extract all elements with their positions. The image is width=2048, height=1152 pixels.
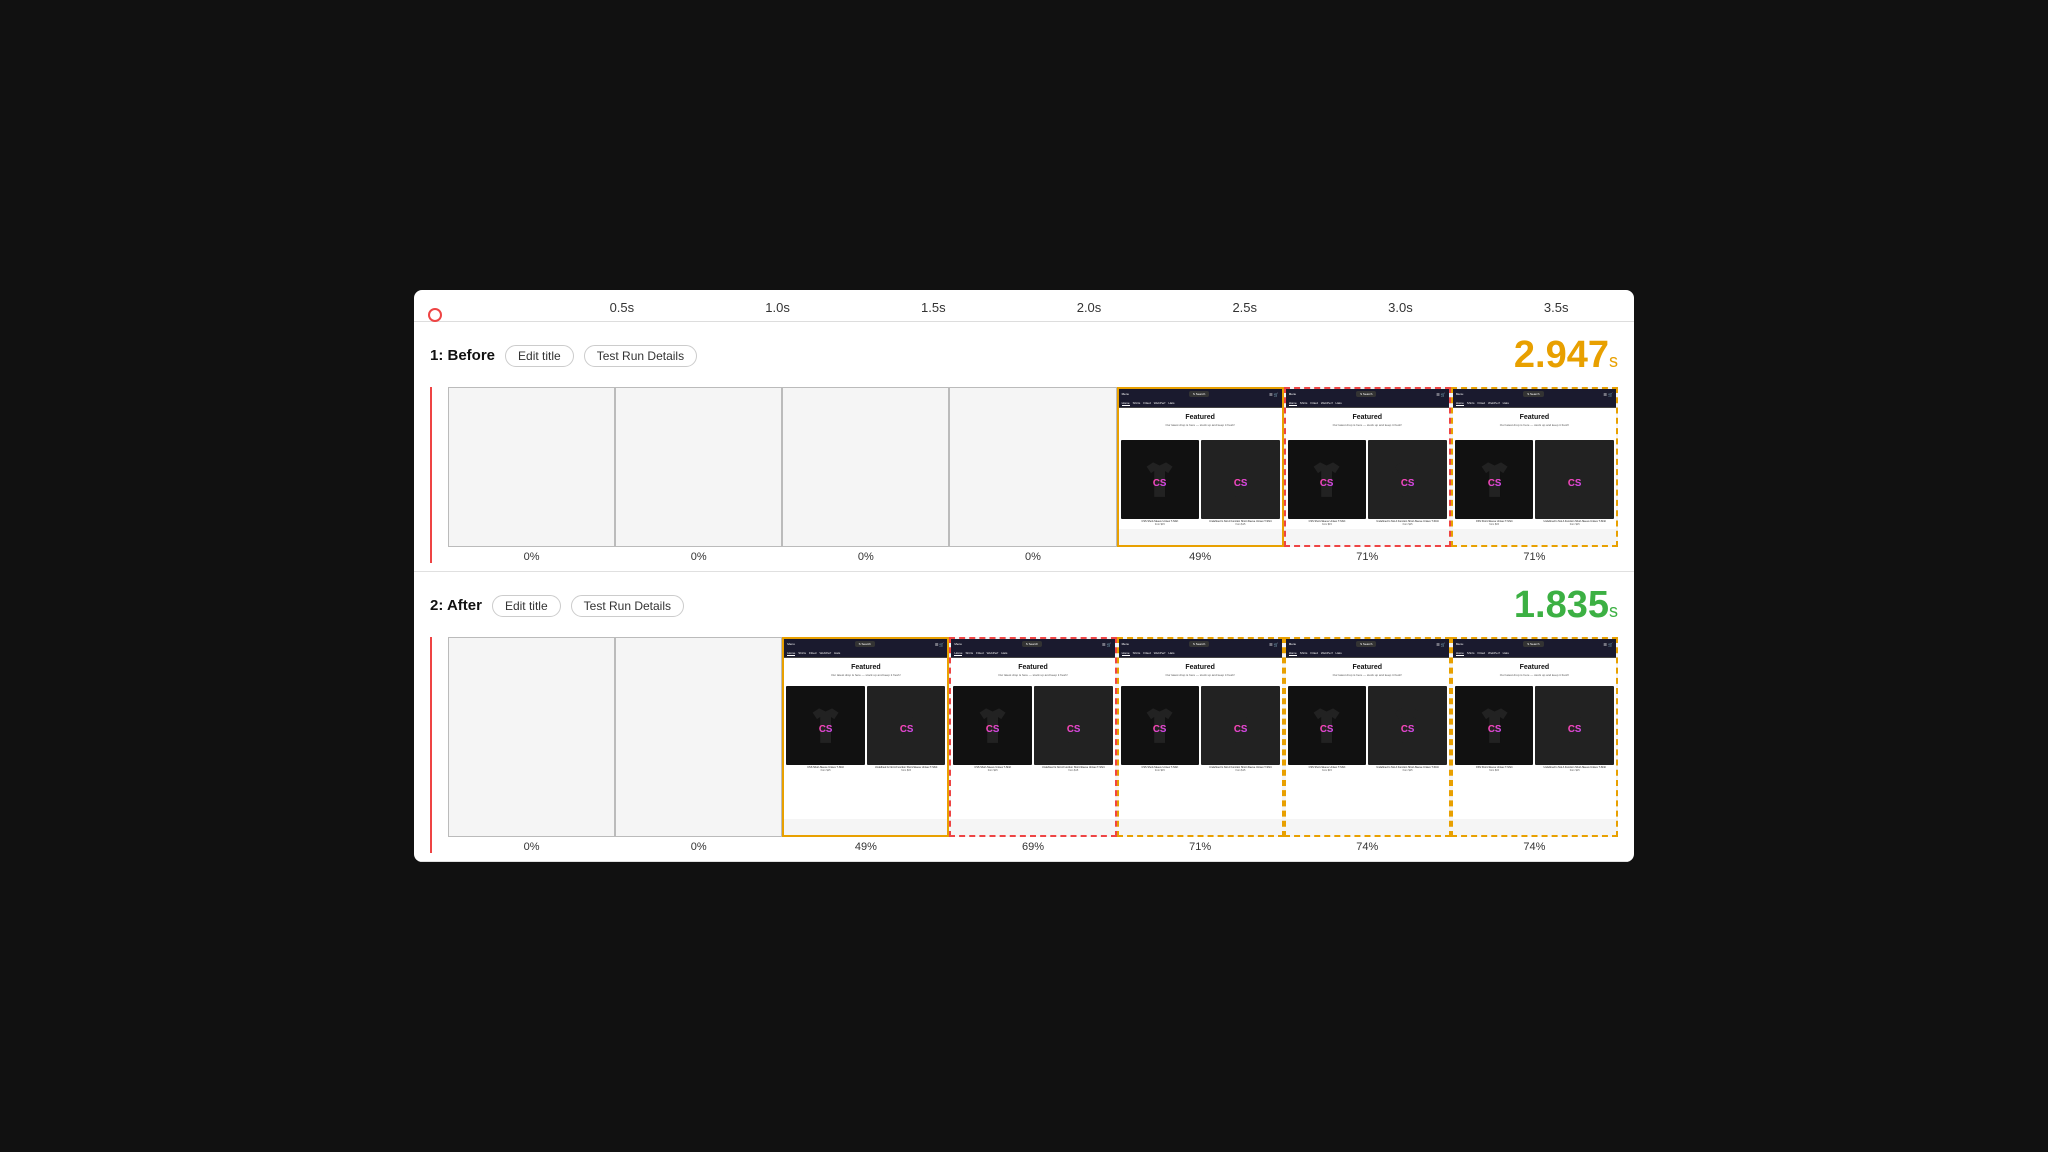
film-frame-5[interactable]: Menu S Search ☰ 🛒 Home Shirts Fitted Web… — [1284, 387, 1451, 547]
svg-text:CS: CS — [1153, 478, 1167, 489]
film-frame-1[interactable] — [615, 387, 782, 547]
film-cell-6: Menu S Search ☰ 🛒 Home Shirts Fitted Web… — [1451, 637, 1618, 853]
film-label-2: 49% — [855, 841, 877, 853]
film-frame-4[interactable]: Menu S Search ☰ 🛒 Home Shirts Fitted Web… — [1117, 637, 1284, 837]
film-label-1: 0% — [691, 551, 707, 563]
tick-1: 1.0s — [700, 300, 856, 315]
timeline-header: 0.5s 1.0s 1.5s 2.0s 2.5s 3.0s 3.5s — [414, 290, 1634, 322]
tick-0: 0.5s — [544, 300, 700, 315]
film-label-4: 71% — [1189, 841, 1211, 853]
test-run-button-after[interactable]: Test Run Details — [571, 595, 684, 617]
film-frame-1[interactable] — [615, 637, 782, 837]
timeline-dot — [428, 308, 442, 322]
film-cell-2: 0% — [782, 387, 949, 563]
film-cell-5: Menu S Search ☰ 🛒 Home Shirts Fitted Web… — [1284, 637, 1451, 853]
film-label-1: 0% — [691, 841, 707, 853]
svg-text:CS: CS — [1320, 724, 1334, 735]
red-line-after-container — [430, 637, 448, 853]
red-line-after — [430, 637, 432, 853]
svg-text:CS: CS — [1487, 478, 1501, 489]
svg-text:CS: CS — [899, 724, 913, 735]
film-cell-4: Menu S Search ☰ 🛒 Home Shirts Fitted Web… — [1117, 387, 1284, 563]
tick-5: 3.0s — [1323, 300, 1479, 315]
edit-title-button-after[interactable]: Edit title — [492, 595, 561, 617]
edit-title-button-before[interactable]: Edit title — [505, 345, 574, 367]
section-before-header: 1: Before Edit title Test Run Details 2.… — [430, 334, 1618, 377]
score-before: 2.947s — [1514, 334, 1618, 377]
film-label-3: 0% — [1025, 551, 1041, 563]
red-line-before — [430, 387, 432, 563]
svg-text:CS: CS — [1067, 724, 1081, 735]
section-before: 1: Before Edit title Test Run Details 2.… — [414, 322, 1634, 572]
film-label-0: 0% — [524, 841, 540, 853]
svg-text:CS: CS — [1234, 478, 1248, 489]
film-cell-0: 0% — [448, 387, 615, 563]
svg-text:CS: CS — [986, 724, 1000, 735]
svg-text:CS: CS — [1487, 724, 1501, 735]
film-label-3: 69% — [1022, 841, 1044, 853]
section-after: 2: After Edit title Test Run Details 1.8… — [414, 572, 1634, 862]
film-frame-5[interactable]: Menu S Search ☰ 🛒 Home Shirts Fitted Web… — [1284, 637, 1451, 837]
film-label-4: 49% — [1189, 551, 1211, 563]
film-cell-6: Menu S Search ☰ 🛒 Home Shirts Fitted Web… — [1451, 387, 1618, 563]
film-frame-0[interactable] — [448, 637, 615, 837]
section-before-label: 1: Before — [430, 347, 495, 364]
film-cell-3: Menu S Search ☰ 🛒 Home Shirts Fitted Web… — [949, 637, 1116, 853]
film-frame-6[interactable]: Menu S Search ☰ 🛒 Home Shirts Fitted Web… — [1451, 387, 1618, 547]
tick-2: 1.5s — [855, 300, 1011, 315]
score-after: 1.835s — [1514, 584, 1618, 627]
film-frame-3[interactable] — [949, 387, 1116, 547]
film-cell-3: 0% — [949, 387, 1116, 563]
svg-text:CS: CS — [1568, 478, 1582, 489]
tick-6: 3.5s — [1478, 300, 1634, 315]
film-frame-3[interactable]: Menu S Search ☰ 🛒 Home Shirts Fitted Web… — [949, 637, 1116, 837]
svg-text:CS: CS — [1401, 724, 1415, 735]
svg-text:CS: CS — [1320, 478, 1334, 489]
film-label-6: 71% — [1523, 551, 1545, 563]
film-frame-6[interactable]: Menu S Search ☰ 🛒 Home Shirts Fitted Web… — [1451, 637, 1618, 837]
film-cell-1: 0% — [615, 637, 782, 853]
filmstrip-before: 0% 0% 0% 0% Menu S Search ☰ 🛒 Home Shirts F… — [430, 387, 1618, 563]
section-after-header: 2: After Edit title Test Run Details 1.8… — [430, 584, 1618, 627]
film-label-0: 0% — [524, 551, 540, 563]
section-after-label: 2: After — [430, 597, 482, 614]
svg-text:CS: CS — [1401, 478, 1415, 489]
film-label-6: 74% — [1523, 841, 1545, 853]
tick-4: 2.5s — [1167, 300, 1323, 315]
svg-text:CS: CS — [1234, 724, 1248, 735]
film-label-5: 74% — [1356, 841, 1378, 853]
red-line-before-container — [430, 387, 448, 563]
filmstrip-after: 0% 0% Menu S Search ☰ 🛒 Home Shirts Fitte… — [430, 637, 1618, 853]
film-frame-2[interactable]: Menu S Search ☰ 🛒 Home Shirts Fitted Web… — [782, 637, 949, 837]
film-label-2: 0% — [858, 551, 874, 563]
film-cell-1: 0% — [615, 387, 782, 563]
film-label-5: 71% — [1356, 551, 1378, 563]
film-frame-4[interactable]: Menu S Search ☰ 🛒 Home Shirts Fitted Web… — [1117, 387, 1284, 547]
film-cell-2: Menu S Search ☰ 🛒 Home Shirts Fitted Web… — [782, 637, 949, 853]
svg-text:CS: CS — [1568, 724, 1582, 735]
svg-text:CS: CS — [819, 724, 833, 735]
tick-3: 2.0s — [1011, 300, 1167, 315]
film-frame-2[interactable] — [782, 387, 949, 547]
film-frame-0[interactable] — [448, 387, 615, 547]
main-container: 0.5s 1.0s 1.5s 2.0s 2.5s 3.0s 3.5s 1: Be… — [414, 290, 1634, 862]
film-cell-0: 0% — [448, 637, 615, 853]
film-cell-5: Menu S Search ☰ 🛒 Home Shirts Fitted Web… — [1284, 387, 1451, 563]
svg-text:CS: CS — [1153, 724, 1167, 735]
film-cell-4: Menu S Search ☰ 🛒 Home Shirts Fitted Web… — [1117, 637, 1284, 853]
test-run-button-before[interactable]: Test Run Details — [584, 345, 697, 367]
